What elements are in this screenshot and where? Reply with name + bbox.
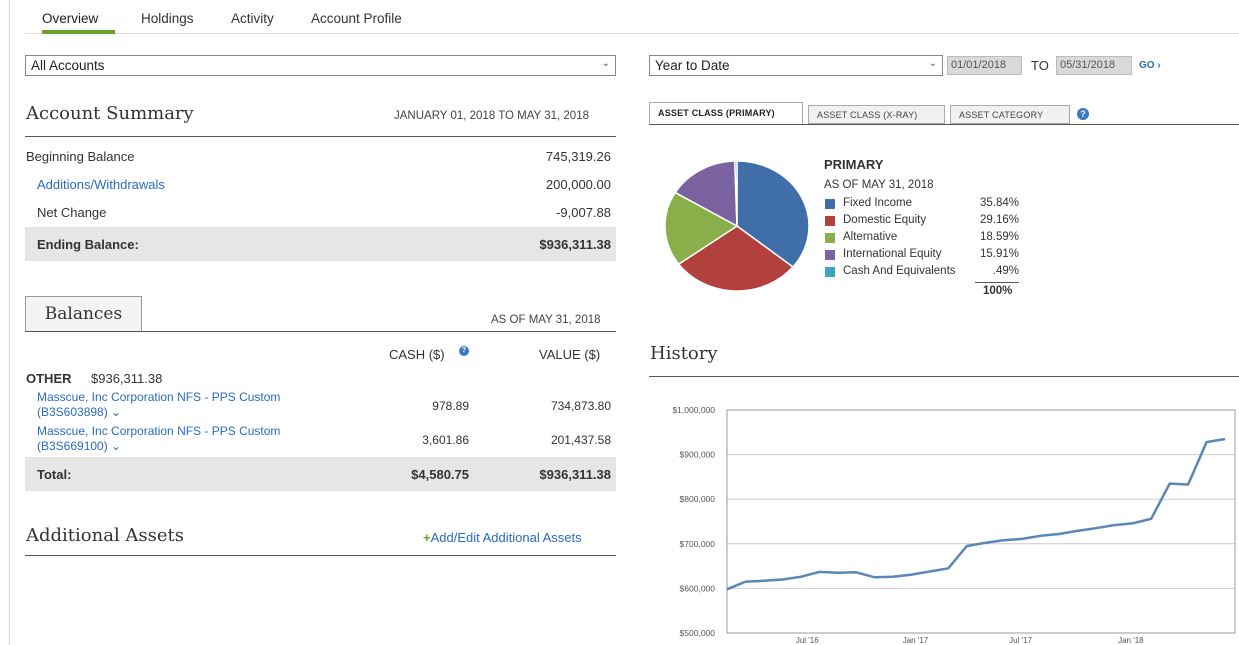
balances-as-of: AS OF MAY 31, 2018 (491, 314, 601, 326)
account-number: (B3S669100) ⌄ (37, 439, 122, 453)
divider (25, 136, 616, 137)
divider (25, 555, 616, 556)
allocation-title: PRIMARY (824, 157, 884, 172)
y-tick-label: $1,000,000 (672, 405, 715, 415)
help-icon[interactable]: ? (1077, 108, 1089, 120)
tab-activity[interactable]: Activity (231, 11, 274, 26)
group-total: $936,311.38 (91, 371, 163, 386)
total-row (25, 457, 616, 491)
additional-assets-title: Additional Assets (26, 525, 185, 546)
y-tick-label: $700,000 (680, 539, 716, 549)
allocation-pie-chart (664, 160, 810, 292)
beginning-balance-value: 745,319.26 (545, 149, 611, 164)
divider (649, 376, 1239, 377)
tab-asset-category[interactable]: ASSET CATEGORY (950, 105, 1070, 124)
tab-overview[interactable]: Overview (42, 11, 98, 26)
help-icon[interactable]: ? (459, 346, 469, 356)
legend-percent: .49% (992, 265, 1019, 277)
history-series-line (726, 437, 1226, 591)
account-value: 201,437.58 (550, 433, 611, 447)
legend-swatch (825, 250, 835, 260)
legend-swatch (825, 199, 835, 209)
top-nav: Overview Holdings Activity Account Profi… (25, 0, 1239, 34)
legend-label: Alternative (843, 231, 898, 243)
ending-balance-label: Ending Balance: (37, 237, 139, 252)
legend-label: International Equity (843, 248, 942, 260)
net-change-value: -9,007.88 (556, 205, 611, 220)
x-tick-label: Jul '17 (1009, 636, 1032, 645)
asset-tabs-baseline (649, 124, 1239, 125)
x-tick-label: Jul '16 (796, 636, 819, 645)
total-cash: $4,580.75 (411, 467, 469, 482)
legend-percent: 15.91% (979, 248, 1019, 260)
account-name: Masscue, Inc Corporation NFS - PPS Custo… (37, 390, 281, 404)
to-label: TO (1031, 58, 1049, 73)
tab-account-profile[interactable]: Account Profile (311, 11, 402, 26)
tab-asset-class-xray[interactable]: ASSET CLASS (X-RAY) (808, 105, 945, 124)
additions-withdrawals-link[interactable]: Additions/Withdrawals (37, 177, 165, 192)
history-title: History (650, 343, 718, 364)
allocation-as-of: AS OF MAY 31, 2018 (824, 179, 934, 191)
legend-percent: 18.59% (979, 231, 1019, 243)
cash-column-label: CASH ($) (389, 347, 445, 362)
account-link[interactable]: Masscue, Inc Corporation NFS - PPS Custo… (37, 390, 280, 420)
group-label: OTHER (26, 371, 72, 386)
beginning-balance-label: Beginning Balance (26, 149, 135, 164)
add-edit-assets-label: Add/Edit Additional Assets (430, 530, 582, 545)
from-date-field[interactable]: 01/01/2018 (947, 56, 1022, 75)
value-column-header: VALUE ($) (539, 347, 601, 362)
plot-frame (726, 409, 1236, 634)
active-tab-indicator (42, 30, 115, 34)
total-value: $936,311.38 (539, 467, 611, 482)
chevron-down-icon: ⌄ (928, 58, 937, 69)
allocation-total: 100% (983, 285, 1013, 297)
account-summary-title: Account Summary (26, 103, 194, 124)
legend-swatch (825, 267, 835, 277)
legend-percent: 29.16% (979, 214, 1019, 226)
legend-percent: 35.84% (979, 197, 1019, 209)
account-select[interactable]: All Accounts ⌄ (25, 55, 616, 76)
chevron-down-icon: ⌄ (601, 58, 610, 69)
x-tick-label: Jan '18 (1118, 636, 1144, 645)
go-button[interactable]: GO › (1139, 60, 1161, 71)
balances-tab: Balances (25, 296, 142, 331)
ending-balance-value: $936,311.38 (539, 237, 611, 252)
account-summary-date-range: JANUARY 01, 2018 TO MAY 31, 2018 (394, 110, 589, 122)
to-date-field[interactable]: 05/31/2018 (1056, 56, 1132, 75)
left-border (9, 0, 10, 645)
account-value: 734,873.80 (550, 399, 611, 413)
divider (25, 331, 616, 332)
account-select-value: All Accounts (31, 58, 105, 73)
net-change-label: Net Change (37, 205, 107, 220)
legend-label: Cash And Equivalents (843, 265, 956, 277)
history-line-chart: $1,000,000 $900,000 $800,000 $700,000 $600,0… (672, 405, 1236, 645)
y-tick-label: $800,000 (680, 494, 716, 504)
x-tick-label: Jan '17 (903, 636, 929, 645)
legend-label: Fixed Income (843, 197, 913, 209)
tab-asset-class-primary[interactable]: ASSET CLASS (PRIMARY) (649, 102, 803, 124)
total-label: Total: (37, 467, 72, 482)
additions-withdrawals-value: 200,000.00 (545, 177, 611, 192)
legend-swatch (825, 233, 835, 243)
legend-label: Domestic Equity (843, 214, 927, 226)
total-divider (975, 282, 1019, 283)
add-edit-assets-link[interactable]: +Add/Edit Additional Assets (423, 530, 582, 545)
y-tick-label: $900,000 (680, 450, 716, 460)
account-cash: 978.89 (432, 399, 469, 413)
account-name: Masscue, Inc Corporation NFS - PPS Custo… (37, 424, 281, 438)
y-tick-label: $600,000 (680, 583, 716, 593)
legend-swatch (825, 216, 835, 226)
y-tick-label: $500,000 (680, 628, 716, 638)
account-link[interactable]: Masscue, Inc Corporation NFS - PPS Custo… (37, 424, 280, 454)
period-select-value: Year to Date (655, 58, 730, 73)
account-cash: 3,601.86 (422, 433, 469, 447)
tab-holdings[interactable]: Holdings (141, 11, 194, 26)
period-select[interactable]: Year to Date ⌄ (649, 55, 943, 76)
account-number: (B3S603898) ⌄ (37, 405, 122, 419)
cash-column-header: CASH ($) (389, 347, 445, 362)
plus-icon: + (423, 530, 431, 545)
